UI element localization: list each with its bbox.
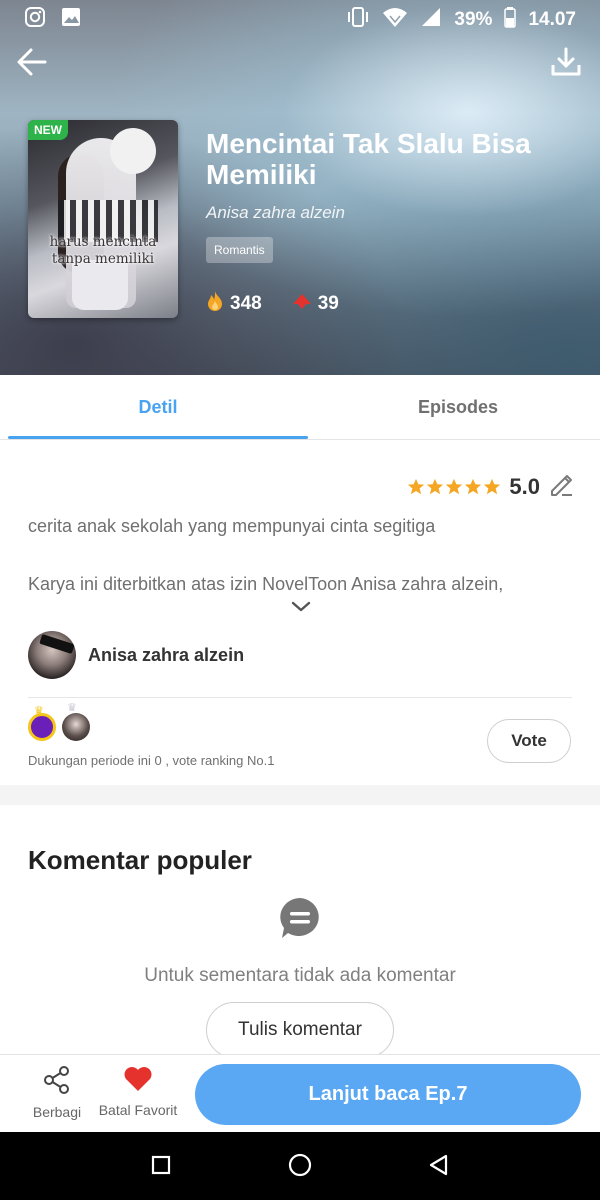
cover-caption-line1: harus mencinta <box>49 234 157 250</box>
star-icon <box>446 478 463 494</box>
genre-tag[interactable]: Romantis <box>206 237 273 263</box>
instagram-icon <box>24 6 46 33</box>
star-icon <box>484 478 501 494</box>
status-bar: 39% 14.07 <box>0 0 600 36</box>
book-header: 39% 14.07 harus mencinta tanpa memiliki <box>0 0 600 375</box>
top-navigation <box>0 44 600 88</box>
gallery-icon <box>60 6 82 33</box>
edit-rating-icon[interactable] <box>548 471 574 502</box>
write-comment-button[interactable]: Tulis komentar <box>206 1002 394 1058</box>
star-icon <box>427 478 444 494</box>
rating-value: 5.0 <box>509 473 540 499</box>
new-badge: NEW <box>28 120 68 140</box>
supporter-avatar-1: ♛ <box>28 705 56 741</box>
share-label: Berbagi <box>32 1104 82 1120</box>
recent-apps-icon <box>150 1154 172 1181</box>
author-profile[interactable]: Anisa zahra alzein <box>28 631 244 679</box>
wifi-icon <box>382 6 408 34</box>
cover-caption-line2: tanpa memiliki <box>51 251 155 267</box>
crown-icon: ♛ <box>34 705 44 717</box>
comment-bubble-icon <box>278 896 322 940</box>
back-arrow-icon <box>15 45 49 84</box>
star-icon <box>465 478 482 494</box>
home-button[interactable] <box>285 1152 315 1182</box>
divider <box>28 697 572 698</box>
vote-button[interactable]: Vote <box>487 719 571 763</box>
heart-filled-icon <box>123 1065 153 1098</box>
chevron-down-icon <box>290 601 312 618</box>
book-title: Mencintai Tak Slalu Bisa Memiliki <box>206 128 531 190</box>
system-navigation-bar <box>0 1132 600 1200</box>
download-button[interactable] <box>546 44 586 84</box>
no-comments-text: Untuk sementara tidak ada komentar <box>144 965 456 986</box>
license-text: Karya ini diterbitkan atas izin NovelToo… <box>28 574 504 594</box>
continue-reading-button[interactable]: Lanjut baca Ep.7 <box>195 1064 581 1125</box>
popularity-count: 348 <box>230 293 262 314</box>
download-icon <box>550 46 582 83</box>
tab-detil[interactable]: Detil <box>8 375 308 439</box>
fire-icon <box>206 290 224 318</box>
star-icon <box>408 478 425 494</box>
bottom-action-bar: Berbagi Batal Favorit Lanjut baca Ep.7 <box>0 1054 600 1132</box>
supporter-avatar-2: ♛ <box>62 702 90 741</box>
crown-icon: ♛ <box>67 702 77 714</box>
author-avatar <box>28 631 76 679</box>
expand-description-button[interactable] <box>290 600 312 614</box>
rating: 5.0 <box>407 471 574 502</box>
popularity-stat: 348 <box>206 290 262 318</box>
avatar-mask <box>39 633 75 655</box>
tab-episodes[interactable]: Episodes <box>308 375 600 439</box>
signal-icon <box>420 6 442 34</box>
battery-percent: 39% <box>454 9 493 30</box>
back-button[interactable] <box>12 44 52 84</box>
recent-apps-button[interactable] <box>146 1152 176 1182</box>
section-separator <box>0 785 600 805</box>
likes-stat: 39 <box>292 292 339 316</box>
comments-title: Komentar populer <box>28 845 252 875</box>
heart-icon <box>292 292 312 316</box>
book-author[interactable]: Anisa zahra alzein <box>206 203 345 223</box>
book-cover[interactable]: harus mencinta tanpa memiliki <box>28 120 178 318</box>
favorite-label: Batal Favorit <box>98 1102 178 1118</box>
favorite-button[interactable]: Batal Favorit <box>96 1065 180 1118</box>
rating-stars <box>407 478 501 496</box>
book-description: cerita anak sekolah yang mempunyai cinta… <box>28 516 436 536</box>
home-icon <box>287 1152 313 1183</box>
book-stats: 348 39 <box>206 290 339 318</box>
battery-icon <box>504 6 517 34</box>
cover-caption: harus mencinta tanpa memiliki <box>28 234 178 268</box>
cover-figure-cap <box>110 128 156 174</box>
tab-bar: Detil Episodes <box>0 375 600 440</box>
tab-indicator <box>8 436 308 439</box>
support-text: Dukungan periode ini 0 , vote ranking No… <box>28 753 275 768</box>
vibrate-icon <box>346 6 370 34</box>
supporters[interactable]: ♛ ♛ <box>28 702 90 741</box>
back-icon <box>427 1153 451 1182</box>
system-back-button[interactable] <box>424 1152 454 1182</box>
clock: 14.07 <box>528 9 576 30</box>
likes-count: 39 <box>317 293 339 314</box>
share-icon <box>42 1065 72 1100</box>
author-name: Anisa zahra alzein <box>88 644 245 665</box>
share-button[interactable]: Berbagi <box>26 1065 88 1120</box>
